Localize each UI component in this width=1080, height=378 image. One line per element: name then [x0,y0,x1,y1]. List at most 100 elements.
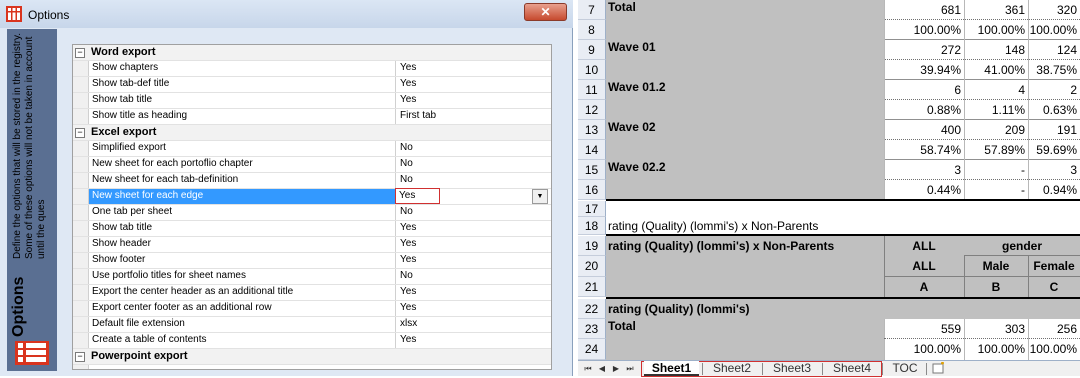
property-row[interactable]: Show tab-def title Yes [73,77,551,93]
property-row[interactable]: Show header Yes [73,237,551,253]
close-button[interactable]: ✕ [524,3,567,21]
table-caption: rating (Quality) (lommi's) x Non-Parents [608,219,819,233]
row-header: 14 [578,140,606,160]
property-value[interactable]: No [397,141,413,156]
cell-c[interactable]: 100.00% [1028,339,1080,360]
property-value[interactable]: Yes [397,93,416,108]
property-value[interactable]: No [397,269,413,284]
cell-b[interactable]: 209 [964,120,1028,140]
property-row[interactable]: Export center footer as an additional ro… [73,301,551,317]
property-value[interactable]: Yes [397,285,416,300]
cell-c[interactable]: 100.00% [1028,20,1080,40]
property-row[interactable]: Show tab title Yes [73,93,551,109]
cell-b[interactable]: 1.11% [964,100,1028,120]
property-row[interactable]: One tab per sheet No [73,205,551,221]
property-row[interactable]: Use portfolio titles for sheet names No [73,269,551,285]
cell-c[interactable]: 0.94% [1028,180,1080,200]
cell-a[interactable]: 272 [884,40,964,60]
header-all: ALL [912,239,936,253]
property-row[interactable]: Simplified export No [73,141,551,157]
cell-a[interactable]: 0.44% [884,180,964,200]
cell-b[interactable]: 4 [964,80,1028,100]
cell-b[interactable]: 303 [964,319,1028,339]
property-row[interactable]: Show title as heading First tab [73,109,551,125]
last-sheet-icon[interactable]: ⏭ [624,362,636,375]
cell-c[interactable]: 124 [1028,40,1080,60]
cell-c[interactable]: 3 [1028,160,1080,180]
cell-a[interactable]: 681 [884,0,964,20]
property-value[interactable]: Yes [397,253,416,268]
property-row[interactable]: Create a table of contents Yes [73,333,551,349]
cell-a[interactable]: 400 [884,120,964,140]
cell-a[interactable]: 100.00% [884,20,964,40]
category-row[interactable]: − Excel export [73,125,551,141]
collapse-icon[interactable]: − [75,48,85,58]
cell-c[interactable]: 59.69% [1028,140,1080,160]
row-header: 11 [578,80,606,100]
category-row[interactable]: − Word export [73,45,551,61]
property-value[interactable]: Yes [395,188,440,204]
dialog-titlebar[interactable]: Options ✕ [0,0,573,28]
property-grid[interactable]: − Word export Show chapters Yes Show tab-def… [72,44,552,370]
cell-b[interactable]: 148 [964,40,1028,60]
property-value[interactable]: xlsx [397,317,417,332]
dialog-title: Options [28,8,70,22]
cell-c[interactable]: 256 [1028,319,1080,339]
property-row[interactable]: Show footer Yes [73,253,551,269]
property-row[interactable]: New sheet for each tab-definition No [73,173,551,189]
sheet-tab[interactable]: Sheet1 [644,361,699,376]
property-row[interactable]: Default file extension xlsx [73,317,551,333]
category-row[interactable]: − Powerpoint export [73,349,551,365]
cell-b[interactable]: 100.00% [964,20,1028,40]
cell-b[interactable]: 100.00% [964,339,1028,360]
cell-a[interactable]: 100.00% [884,339,964,360]
cell-c[interactable]: 0.63% [1028,100,1080,120]
cell-a[interactable]: 39.94% [884,60,964,80]
property-value[interactable]: Yes [397,333,416,348]
property-name: New sheet for each tab-definition [89,173,396,188]
property-row[interactable]: Show tab title Yes [73,221,551,237]
cell-c[interactable]: 191 [1028,120,1080,140]
cell-c[interactable]: 2 [1028,80,1080,100]
property-value[interactable]: Yes [397,77,416,92]
property-row[interactable]: Export the center header as an additiona… [73,285,551,301]
cell-a[interactable]: 559 [884,319,964,339]
property-value[interactable]: First tab [397,109,436,124]
property-value[interactable]: Yes [397,61,416,76]
cell-b[interactable]: 57.89% [964,140,1028,160]
cell-a[interactable]: 58.74% [884,140,964,160]
collapse-icon[interactable]: − [75,128,85,138]
sheet-tab[interactable]: Sheet4 [825,361,879,376]
property-row[interactable]: New sheet for each portoflio chapter No [73,157,551,173]
cell-b[interactable]: 41.00% [964,60,1028,80]
sheet-tab[interactable]: Sheet2 [705,361,759,376]
property-value[interactable]: Yes [397,237,416,252]
header-gender: gender [1001,239,1042,253]
property-value[interactable]: No [397,157,413,172]
cell-b[interactable]: - [964,180,1028,200]
sheet-tab[interactable]: Sheet3 [765,361,819,376]
cell-b[interactable]: - [964,160,1028,180]
cell-c[interactable]: 320 [1028,0,1080,20]
property-name: Show title as heading [89,109,396,124]
collapse-icon[interactable]: − [75,352,85,362]
dropdown-arrow-icon[interactable]: ▼ [532,189,548,204]
property-value[interactable]: Yes [397,221,416,236]
spreadsheet[interactable]: 7 Total 681 361 320 8 100.00% 100.00% 100.00% 9 Wa… [578,0,1080,376]
property-value[interactable]: No [397,205,413,220]
cell-c[interactable]: 38.75% [1028,60,1080,80]
prev-sheet-icon[interactable]: ◀ [596,362,608,375]
cell-b[interactable]: 361 [964,0,1028,20]
insert-sheet-icon[interactable] [932,361,946,375]
sheet-tab[interactable]: TOC [887,361,923,376]
property-value[interactable]: No [397,173,413,188]
cell-a[interactable]: 3 [884,160,964,180]
property-value[interactable]: Yes [397,301,416,316]
cell-a[interactable]: 6 [884,80,964,100]
next-sheet-icon[interactable]: ▶ [610,362,622,375]
cell-a[interactable]: 0.88% [884,100,964,120]
first-sheet-icon[interactable]: ⏮ [582,362,594,375]
property-row[interactable]: New sheet for each edge Yes ▼ [73,188,551,205]
row-label: Total [608,319,636,333]
property-row[interactable]: Show chapters Yes [73,61,551,77]
